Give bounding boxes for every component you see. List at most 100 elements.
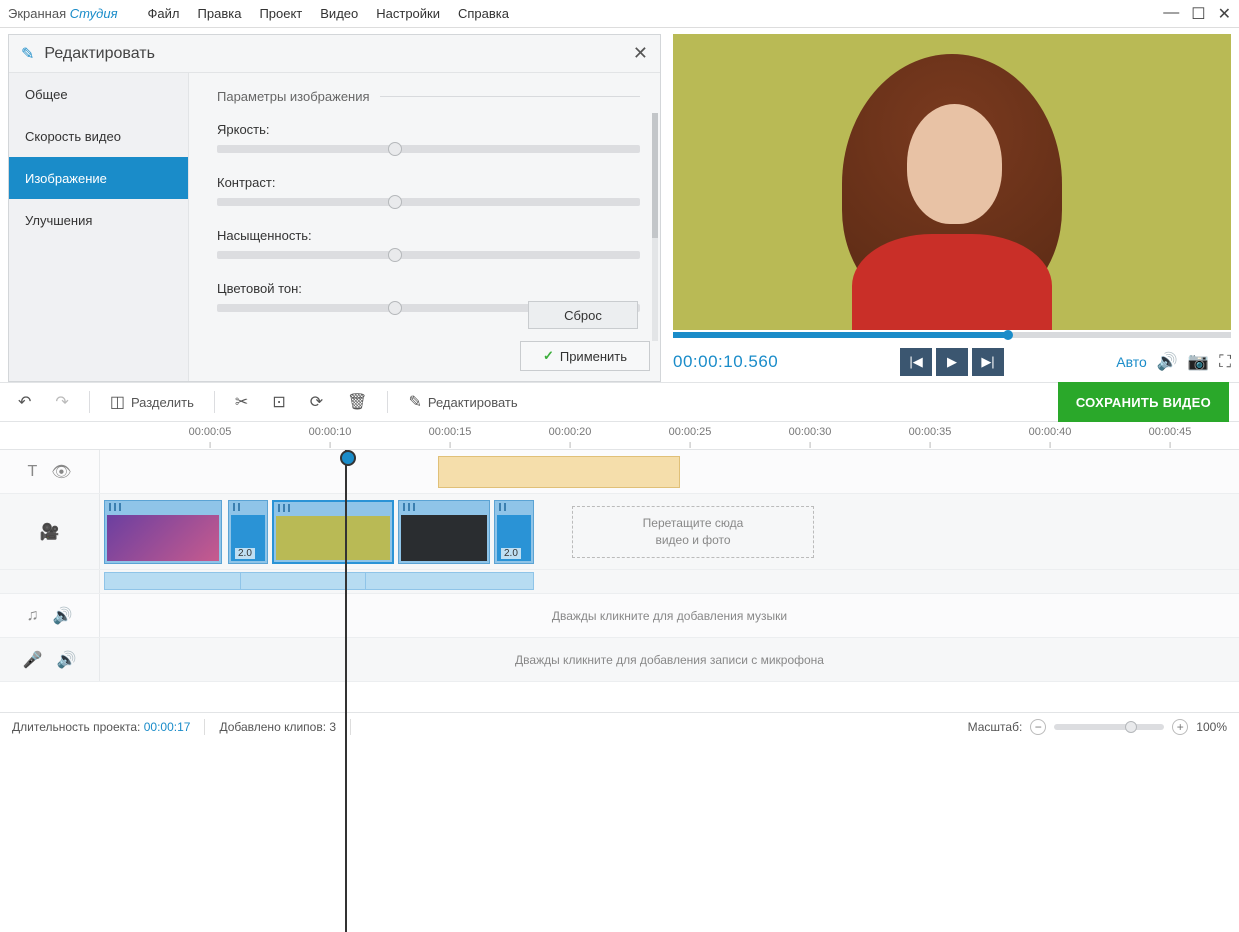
music-track-body[interactable]: Дважды кликните для добавления музыки: [100, 594, 1239, 637]
split-button[interactable]: ◫Разделить: [102, 388, 202, 416]
video-clip[interactable]: 2.0: [494, 500, 534, 564]
zoom-control: Масштаб: − + 100%: [968, 719, 1227, 735]
fullscreen-icon[interactable]: ⛶: [1219, 352, 1231, 372]
edit-scrollbar[interactable]: [652, 113, 658, 341]
param-contrast: Контраст:: [217, 175, 640, 206]
menu-edit[interactable]: Правка: [198, 6, 242, 21]
ruler-tick: 00:00:05: [189, 426, 232, 438]
tab-enhance[interactable]: Улучшения: [9, 199, 188, 241]
video-track: 🎥 2.0 2.0 Перетащите сюда видео и фото: [0, 494, 1239, 570]
ruler-tick: 00:00:30: [789, 426, 832, 438]
edit-params: Параметры изображения Яркость: Контраст:…: [189, 73, 660, 381]
apply-button[interactable]: ✓ Применить: [520, 341, 650, 371]
ruler-tick: 00:00:40: [1029, 426, 1072, 438]
close-icon[interactable]: ✕: [1218, 4, 1231, 24]
preview-controls: 00:00:10.560 |◀ ▶ ▶| Авто 🔊 📷 ⛶: [673, 346, 1231, 378]
ruler-tick: 00:00:20: [549, 426, 592, 438]
preview-auto[interactable]: Авто: [1116, 354, 1147, 370]
hue-label: Цветовой тон:: [217, 281, 640, 296]
menu-file[interactable]: Файл: [148, 6, 180, 21]
preview-area: 00:00:10.560 |◀ ▶ ▶| Авто 🔊 📷 ⛶: [661, 28, 1239, 382]
trash-icon: 🗑: [347, 392, 367, 412]
edit-panel-header: ✎ Редактировать ✕: [9, 35, 660, 73]
menu-video[interactable]: Видео: [320, 6, 358, 21]
video-clip[interactable]: [398, 500, 490, 564]
ruler-tick: 00:00:35: [909, 426, 952, 438]
clips-value: 3: [329, 720, 336, 734]
edit-button[interactable]: ✎Редактировать: [400, 388, 525, 416]
saturation-slider[interactable]: [217, 251, 640, 259]
app-title: Экранная Студия: [8, 6, 118, 21]
edit-panel-close[interactable]: ✕: [633, 43, 648, 64]
text-track-icon: T: [27, 463, 37, 481]
brightness-slider[interactable]: [217, 145, 640, 153]
timeline-tracks: T👁 🎥 2.0 2.0 Перетащите сюда видео и фот…: [0, 450, 1239, 682]
edit-panel: ✎ Редактировать ✕ Общее Скорость видео И…: [8, 34, 661, 382]
param-brightness: Яркость:: [217, 122, 640, 153]
text-track-body[interactable]: [100, 450, 1239, 493]
cut-button[interactable]: ✂: [227, 388, 256, 416]
statusbar: Длительность проекта: 00:00:17 Добавлено…: [0, 712, 1239, 740]
maximize-icon[interactable]: ☐: [1191, 4, 1205, 24]
save-video-button[interactable]: СОХРАНИТЬ ВИДЕО: [1058, 382, 1229, 422]
zoom-label: Масштаб:: [968, 720, 1023, 734]
snapshot-icon[interactable]: 📷: [1188, 352, 1209, 372]
menu-project[interactable]: Проект: [259, 6, 302, 21]
redo-button[interactable]: ↷: [47, 388, 76, 416]
preview-progress[interactable]: [673, 332, 1231, 338]
mic-track-body[interactable]: Дважды кликните для добавления записи с …: [100, 638, 1239, 681]
eye-icon[interactable]: 👁: [51, 462, 71, 482]
video-track-body[interactable]: 2.0 2.0 Перетащите сюда видео и фото: [100, 494, 1239, 569]
mic-track: 🎤🔊 Дважды кликните для добавления записи…: [0, 638, 1239, 682]
preview-viewport[interactable]: [673, 34, 1231, 330]
crop-button[interactable]: ⊡: [264, 388, 293, 416]
timeline-ruler[interactable]: 00:00:05 00:00:10 00:00:15 00:00:20 00:0…: [0, 422, 1239, 450]
ruler-tick: 00:00:45: [1149, 426, 1192, 438]
tab-general[interactable]: Общее: [9, 73, 188, 115]
ruler-tick: 00:00:10: [309, 426, 352, 438]
reset-button[interactable]: Сброс: [528, 301, 638, 329]
next-frame-button[interactable]: ▶|: [972, 348, 1004, 376]
video-sub-track: [0, 570, 1239, 594]
playhead[interactable]: [345, 450, 347, 932]
menu-settings[interactable]: Настройки: [376, 6, 440, 21]
zoom-value: 100%: [1196, 720, 1227, 734]
volume-icon[interactable]: 🔊: [1157, 352, 1178, 372]
text-clip[interactable]: [438, 456, 680, 488]
duration-value: 00:00:17: [144, 720, 191, 734]
play-button[interactable]: ▶: [936, 348, 968, 376]
window-controls: — ☐ ✕: [1163, 4, 1231, 24]
tab-image[interactable]: Изображение: [9, 157, 188, 199]
preview-timecode: 00:00:10.560: [673, 352, 778, 372]
clips-label: Добавлено клипов:: [219, 720, 326, 734]
video-track-icon: 🎥: [40, 522, 60, 542]
preview-frame: [812, 54, 1092, 330]
minimize-icon[interactable]: —: [1163, 4, 1179, 24]
volume-icon[interactable]: 🔊: [53, 606, 73, 626]
zoom-in-button[interactable]: +: [1172, 719, 1188, 735]
volume-icon[interactable]: 🔊: [57, 650, 77, 670]
video-dropzone[interactable]: Перетащите сюда видео и фото: [572, 506, 814, 558]
video-clip[interactable]: 2.0: [228, 500, 268, 564]
check-icon: ✓: [543, 348, 554, 364]
edit-icon: ✎: [21, 44, 34, 64]
titlebar: Экранная Студия Файл Правка Проект Видео…: [0, 0, 1239, 28]
redo-icon: ↷: [55, 392, 68, 412]
delete-button[interactable]: 🗑: [339, 388, 375, 416]
param-saturation: Насыщенность:: [217, 228, 640, 259]
video-clip-selected[interactable]: [272, 500, 394, 564]
video-clip[interactable]: [104, 500, 222, 564]
zoom-out-button[interactable]: −: [1030, 719, 1046, 735]
text-track: T👁: [0, 450, 1239, 494]
undo-button[interactable]: ↶: [10, 388, 39, 416]
saturation-label: Насыщенность:: [217, 228, 640, 243]
prev-frame-button[interactable]: |◀: [900, 348, 932, 376]
tab-speed[interactable]: Скорость видео: [9, 115, 188, 157]
rotate-button[interactable]: ⟳: [302, 388, 331, 416]
duration-label: Длительность проекта:: [12, 720, 140, 734]
edit-panel-title: Редактировать: [44, 45, 155, 63]
contrast-slider[interactable]: [217, 198, 640, 206]
menu-help[interactable]: Справка: [458, 6, 509, 21]
zoom-slider[interactable]: [1054, 724, 1164, 730]
sub-clip-selected[interactable]: [240, 572, 366, 590]
